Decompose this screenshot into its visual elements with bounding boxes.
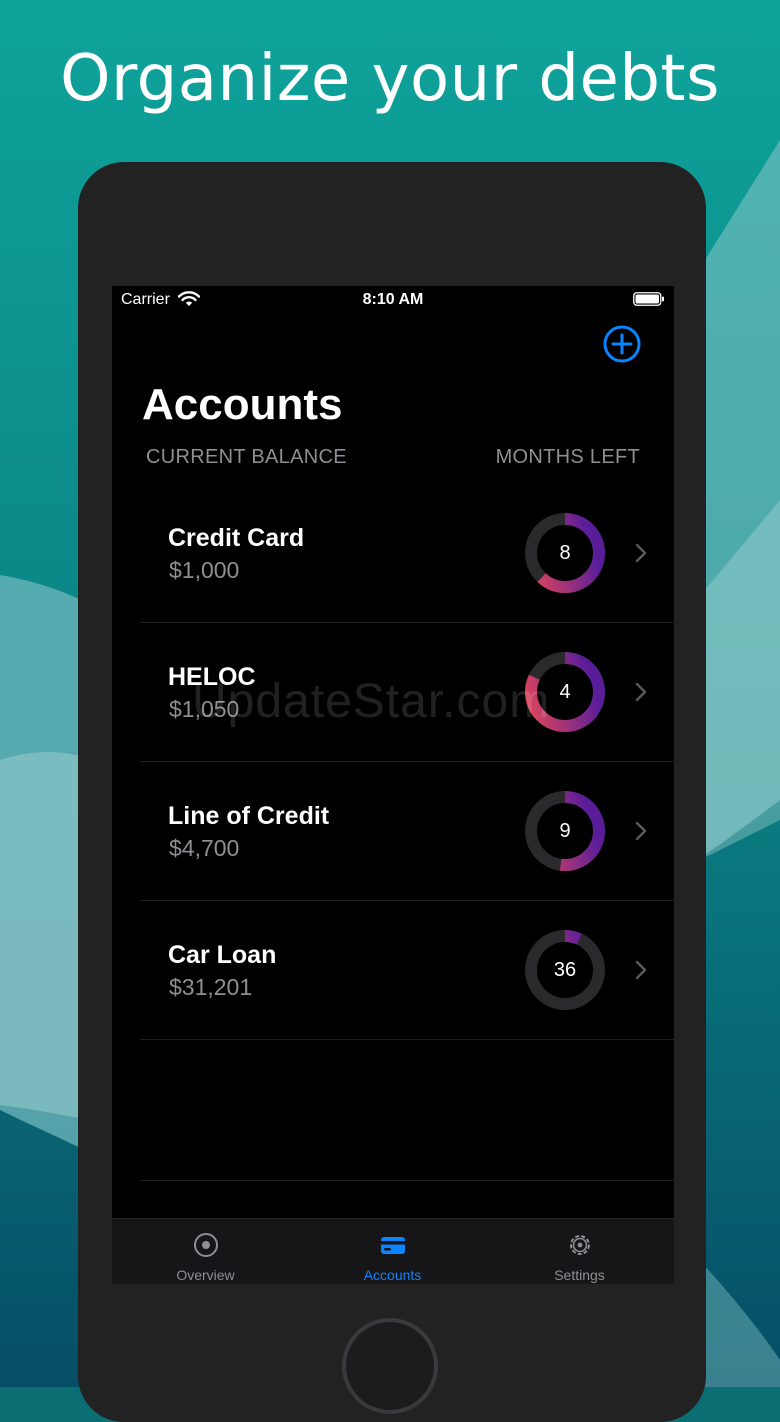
tab-label: Overview [176,1267,235,1283]
gear-icon [570,1235,590,1255]
battery-icon [633,292,664,306]
account-name: HELOC [168,663,256,691]
status-bar: Carrier 8:10 AM [112,286,674,314]
tab-label: Accounts [363,1267,422,1283]
account-name: Credit Card [168,524,305,552]
account-balance: $1,000 [169,557,240,583]
chevron-right-icon [635,543,647,563]
account-balance: $4,700 [169,835,240,861]
app-screen: Carrier 8:10 AM Accounts CURRENT BALANCE… [112,286,674,1284]
chevron-right-icon [635,960,647,980]
tab-settings[interactable]: Settings [486,1219,673,1284]
account-row-line-of-credit[interactable]: Line of Credit $4,700 9 [140,762,674,901]
list-divider [140,1180,674,1181]
account-balance: $1,050 [169,696,240,722]
account-row-heloc[interactable]: HELOC $1,050 4 [140,623,674,762]
account-name: Car Loan [168,941,277,969]
tab-accounts[interactable]: Accounts [299,1219,486,1284]
tab-label: Settings [554,1267,605,1283]
overview-circle-icon [194,1233,218,1257]
tab-overview[interactable]: Overview [112,1219,299,1284]
add-account-button[interactable] [602,324,642,364]
chevron-right-icon [635,821,647,841]
column-header-balance: CURRENT BALANCE [146,446,347,468]
credit-card-icon [381,1237,405,1254]
page-title: Accounts [142,380,343,429]
account-row-car-loan[interactable]: Car Loan $31,201 36 [140,901,674,1040]
account-balance: $31,201 [169,974,253,1000]
months-left-value: 4 [559,681,571,703]
home-button[interactable] [342,1318,438,1414]
clock: 8:10 AM [362,291,424,308]
chevron-right-icon [635,682,647,702]
column-header-months-left: MONTHS LEFT [495,446,640,468]
plus-circle-icon [603,325,641,363]
months-left-value: 9 [559,820,571,842]
months-left-value: 8 [559,542,571,564]
tab-bar: Overview Accounts Settings [112,1218,674,1284]
account-list: Credit Card $1,000 8 HELOC $1,050 4 Line… [140,484,674,1040]
promo-title: Organize your debts [60,42,720,116]
months-left-value: 36 [553,959,577,981]
account-row-credit-card[interactable]: Credit Card $1,000 8 [140,484,674,623]
account-name: Line of Credit [168,802,330,830]
